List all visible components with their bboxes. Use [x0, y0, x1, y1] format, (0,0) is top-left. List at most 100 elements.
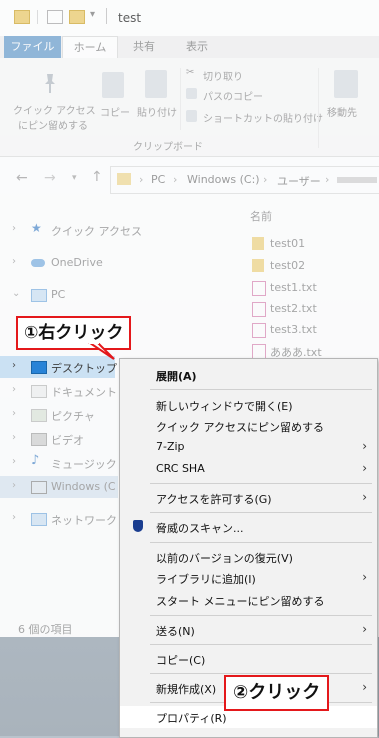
clipboard-group-label: クリップボード [133, 142, 203, 153]
tab-view[interactable]: 表示 [172, 36, 222, 58]
sidebar-item-label: ビデオ [51, 434, 84, 447]
chevron-right-icon[interactable]: › [12, 223, 16, 234]
chevron-right-icon[interactable]: › [12, 384, 16, 395]
menu-item-give-access[interactable]: アクセスを許可する(G) › [120, 487, 377, 509]
pin-icon[interactable] [42, 72, 58, 94]
sidebar-item-windows-c[interactable]: › Windows (C [0, 476, 118, 498]
chevron-right-icon: › [362, 490, 367, 504]
chevron-right-icon: › [362, 680, 367, 694]
forward-arrow-icon[interactable]: → [44, 170, 56, 186]
breadcrumb-users[interactable]: ユーザー [277, 173, 321, 189]
drive-icon [31, 481, 47, 494]
divider [106, 8, 107, 24]
chevron-right-icon[interactable]: › [12, 408, 16, 419]
move-to-icon[interactable] [334, 70, 358, 98]
text-file-icon [252, 281, 266, 296]
chevron-right-icon[interactable]: › [12, 512, 16, 523]
computer-icon [31, 289, 47, 302]
file-name: test02 [270, 259, 306, 272]
pin-quick-access-label-2[interactable]: にピン留めする [18, 117, 88, 132]
menu-separator [150, 512, 372, 513]
sidebar-item-pc[interactable]: ⌄ PC [0, 284, 230, 306]
properties-check-icon[interactable] [47, 10, 63, 24]
callout-pointer [88, 343, 115, 360]
menu-item-pin-quick-access[interactable]: クイック アクセスにピン留めする [120, 415, 377, 437]
paste-shortcut-icon[interactable] [186, 110, 197, 122]
tab-share[interactable]: 共有 [120, 36, 168, 58]
back-arrow-icon[interactable]: ← [16, 170, 28, 186]
folder-icon [252, 237, 264, 250]
tab-home[interactable]: ホーム [62, 36, 118, 59]
tab-file[interactable]: ファイル [4, 36, 61, 58]
menu-item-add-to-library[interactable]: ライブラリに追加(I) › [120, 567, 377, 589]
recent-chevron-icon[interactable]: ▾ [72, 173, 77, 183]
menu-item-copy[interactable]: コピー(C) [120, 648, 377, 670]
copy-button[interactable]: コピー [100, 104, 130, 119]
sidebar-item-label: ドキュメント [51, 386, 117, 399]
menu-item-restore-versions[interactable]: 以前のバージョンの復元(V) [120, 546, 377, 568]
desktop-icon [31, 361, 47, 374]
menu-separator [150, 389, 372, 390]
menu-separator [150, 483, 372, 484]
pin-quick-access-label[interactable]: クイック アクセス [13, 102, 96, 117]
folder-icon [252, 259, 264, 272]
ribbon: クイック アクセス にピン留めする コピー 貼り付け ✂ 切り取り パスのコピー… [0, 58, 379, 157]
ribbon-tabs: ファイル ホーム 共有 表示 [0, 36, 379, 59]
copy-path-button[interactable]: パスのコピー [203, 88, 263, 103]
menu-item-open-new-window[interactable]: 新しいウィンドウで開く(E) [120, 394, 377, 416]
chevron-right-icon: › [362, 622, 367, 636]
sidebar-item-label: Windows (C [51, 480, 116, 493]
breadcrumb-separator-icon: › [173, 173, 178, 186]
menu-separator [150, 542, 372, 543]
file-name: test3.txt [270, 323, 317, 336]
new-folder-icon[interactable] [69, 10, 85, 24]
document-icon [31, 385, 47, 398]
sidebar-item-label: ミュージック [51, 458, 117, 471]
chevron-right-icon[interactable]: › [12, 456, 16, 467]
chevron-right-icon[interactable]: › [12, 480, 16, 491]
copy-icon[interactable] [102, 72, 124, 98]
picture-icon [31, 409, 47, 422]
menu-item-pin-start[interactable]: スタート メニューにピン留めする [120, 589, 377, 611]
up-arrow-icon[interactable]: ↑ [91, 169, 103, 185]
paste-button[interactable]: 貼り付け [137, 104, 177, 119]
network-icon [31, 513, 47, 526]
file-name: test1.txt [270, 281, 317, 294]
menu-item-7zip[interactable]: 7-Zip › [120, 436, 377, 458]
scissors-icon[interactable]: ✂ [186, 67, 194, 78]
title-bar: ▾ test [0, 0, 379, 34]
folder-icon[interactable] [14, 10, 30, 24]
sidebar-item-label: ネットワーク [51, 514, 117, 527]
menu-item-crc-sha[interactable]: CRC SHA › [120, 458, 377, 480]
chevron-down-icon[interactable]: ⌄ [12, 288, 20, 299]
breadcrumb-windows-c[interactable]: Windows (C:) [187, 173, 260, 186]
chevron-right-icon[interactable]: › [12, 360, 16, 371]
sidebar-item-label: OneDrive [51, 256, 103, 269]
window-title: test [118, 11, 142, 25]
chevron-right-icon[interactable]: › [12, 432, 16, 443]
copy-path-icon[interactable] [186, 88, 197, 99]
sidebar-item-onedrive[interactable]: › OneDrive [0, 252, 230, 274]
column-header-name[interactable]: 名前 [250, 208, 272, 224]
shield-icon [133, 520, 143, 532]
chevron-down-icon[interactable]: ▾ [90, 9, 95, 20]
divider [318, 68, 319, 148]
cut-button[interactable]: 切り取り [203, 68, 243, 83]
status-bar-item-count: 6 個の項目 [18, 623, 73, 636]
chevron-right-icon[interactable]: › [12, 256, 16, 267]
paste-shortcut-button[interactable]: ショートカットの貼り付け [203, 110, 323, 125]
file-name: test2.txt [270, 302, 317, 315]
address-bar[interactable]: › PC › Windows (C:) › ユーザー › [110, 166, 379, 194]
star-icon: ★ [31, 221, 42, 235]
sidebar-item-label: PC [51, 288, 66, 301]
breadcrumb-separator-icon: › [139, 173, 144, 186]
click-callout: ②クリック [224, 675, 330, 711]
paste-icon[interactable] [145, 70, 167, 98]
move-to-button[interactable]: 移動先 [327, 104, 357, 119]
menu-item-send-to[interactable]: 送る(N) › [120, 619, 377, 641]
breadcrumb-separator-icon: › [263, 173, 268, 186]
menu-item-scan-threats[interactable]: 脅威のスキャン... [120, 516, 377, 538]
sidebar-item-quick-access[interactable]: › ★ クイック アクセス [0, 219, 230, 241]
breadcrumb-pc[interactable]: PC [151, 173, 165, 186]
menu-item-expand[interactable]: 展開(A) [120, 364, 377, 386]
